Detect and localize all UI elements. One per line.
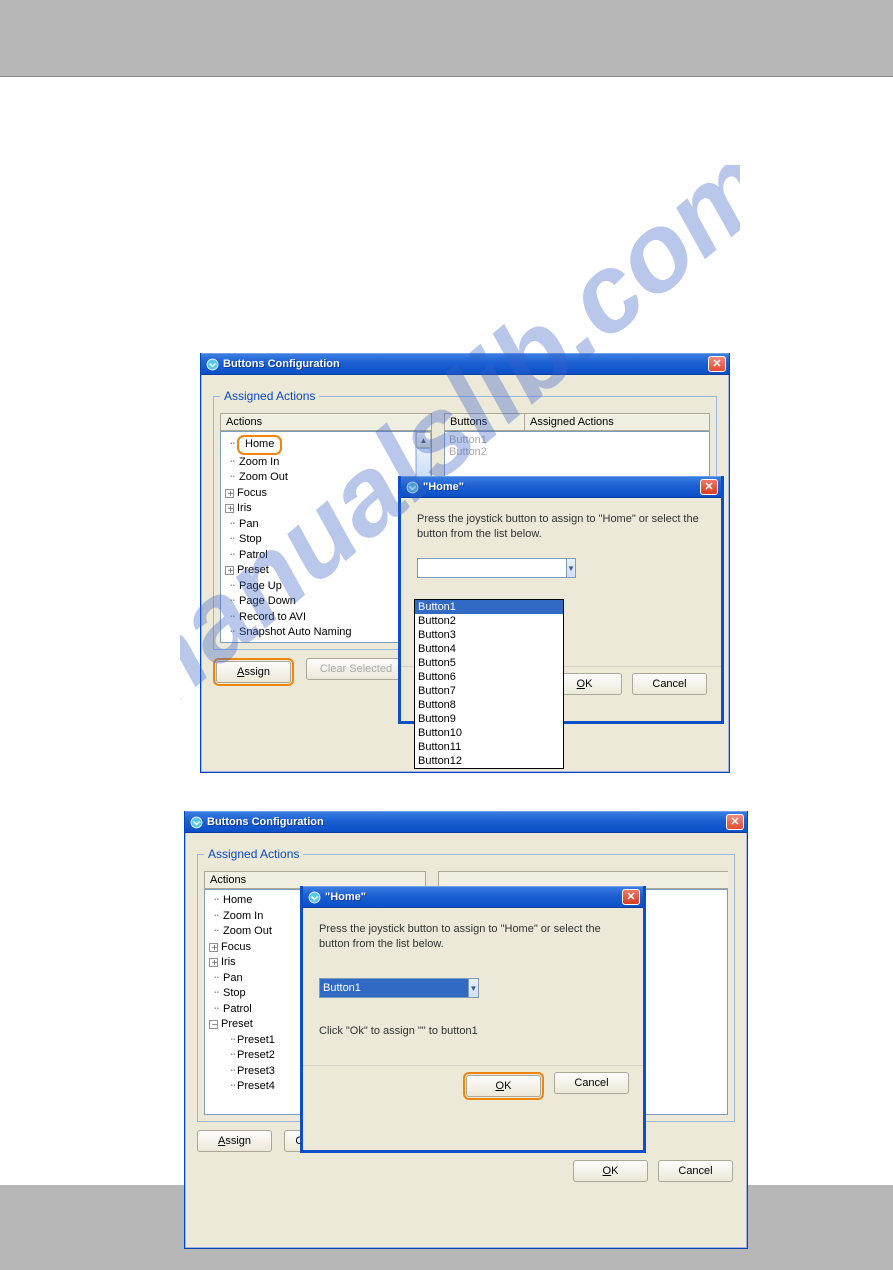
expand-icon[interactable] (225, 489, 234, 498)
expand-icon[interactable] (225, 504, 234, 513)
dialog-confirm-text: Click "Ok" to assign "" to button1 (319, 1024, 627, 1039)
titlebar[interactable]: Buttons Configuration ✕ (185, 811, 747, 833)
close-icon[interactable]: ✕ (708, 356, 726, 372)
window-title: Buttons Configuration (223, 358, 708, 370)
combo-option[interactable]: Button11 (415, 740, 563, 754)
assign-button[interactable]: AAssignssign (216, 661, 291, 683)
button-combobox[interactable]: ▼ (319, 978, 479, 998)
combo-option[interactable]: Button7 (415, 684, 563, 698)
dialog-message: Press the joystick button to assign to "… (417, 512, 705, 542)
buttons-column-header[interactable]: Buttons (444, 413, 524, 431)
cancel-button[interactable]: Cancel (632, 673, 707, 695)
scroll-thumb[interactable] (416, 448, 431, 478)
dialog-title: "Home" (325, 891, 622, 903)
combobox-dropdown[interactable]: Button1 Button2 Button3 Button4 Button5 … (414, 599, 564, 769)
expand-icon[interactable] (225, 566, 234, 575)
chevron-down-icon[interactable]: ▼ (468, 978, 479, 998)
cancel-button[interactable]: Cancel (658, 1160, 733, 1182)
close-icon[interactable]: ✕ (700, 479, 718, 495)
scroll-up-icon[interactable]: ▲ (416, 432, 431, 448)
close-icon[interactable]: ✕ (622, 889, 640, 905)
document-divider (0, 76, 893, 77)
cancel-button[interactable]: Cancel (554, 1072, 629, 1094)
dialog-title: "Home" (423, 481, 700, 493)
assigned-column-header[interactable]: Assigned Actions (524, 413, 710, 431)
combo-option[interactable]: Button12 (415, 754, 563, 768)
app-icon (406, 481, 419, 494)
close-icon[interactable]: ✕ (726, 814, 744, 830)
combo-option[interactable]: Button3 (415, 628, 563, 642)
chevron-down-icon[interactable]: ▼ (566, 558, 576, 578)
tree-item-zoom-in[interactable]: ⋅⋅Zoom In (225, 455, 429, 471)
list-item[interactable]: Button1 (449, 434, 705, 446)
assign-home-dialog-2: "Home" ✕ Press the joystick button to as… (300, 886, 646, 1153)
ok-button-highlight: OKOK (463, 1072, 544, 1100)
expand-icon[interactable] (209, 943, 218, 952)
app-icon (190, 816, 203, 829)
ok-button[interactable]: OKOK (466, 1075, 541, 1097)
combo-option[interactable]: Button8 (415, 698, 563, 712)
titlebar[interactable]: "Home" ✕ (401, 476, 721, 498)
combo-option[interactable]: Button6 (415, 670, 563, 684)
expand-icon[interactable] (209, 958, 218, 967)
tree-item-home[interactable]: Home (237, 435, 282, 455)
document-header-band (0, 0, 893, 76)
combo-option[interactable]: Button10 (415, 726, 563, 740)
ok-button[interactable]: OKOK (573, 1160, 648, 1182)
assign-button[interactable]: AssignAssign (197, 1130, 272, 1152)
collapse-icon[interactable] (209, 1020, 218, 1029)
titlebar[interactable]: Buttons Configuration ✕ (201, 353, 729, 375)
group-legend: Assigned Actions (220, 389, 319, 403)
combo-option[interactable]: Button4 (415, 642, 563, 656)
combo-option[interactable]: Button9 (415, 712, 563, 726)
document-body: manualslib.com Buttons Configuration ✕ A… (0, 85, 893, 1170)
assign-button-highlight: AAssignssign (213, 658, 294, 686)
clear-selected-button[interactable]: Clear Selected (306, 658, 406, 680)
button-combobox[interactable]: ▼ (417, 558, 557, 578)
titlebar[interactable]: "Home" ✕ (303, 886, 643, 908)
list-item[interactable]: Button2 (449, 446, 705, 458)
group-legend: Assigned Actions (204, 847, 303, 861)
combo-option[interactable]: Button1 (415, 600, 563, 614)
app-icon (308, 891, 321, 904)
window-title: Buttons Configuration (207, 816, 726, 828)
app-icon (206, 358, 219, 371)
actions-column-header[interactable]: Actions (220, 413, 432, 431)
combo-option[interactable]: Button5 (415, 656, 563, 670)
dialog-message: Press the joystick button to assign to "… (319, 922, 627, 952)
combo-option[interactable]: Button2 (415, 614, 563, 628)
